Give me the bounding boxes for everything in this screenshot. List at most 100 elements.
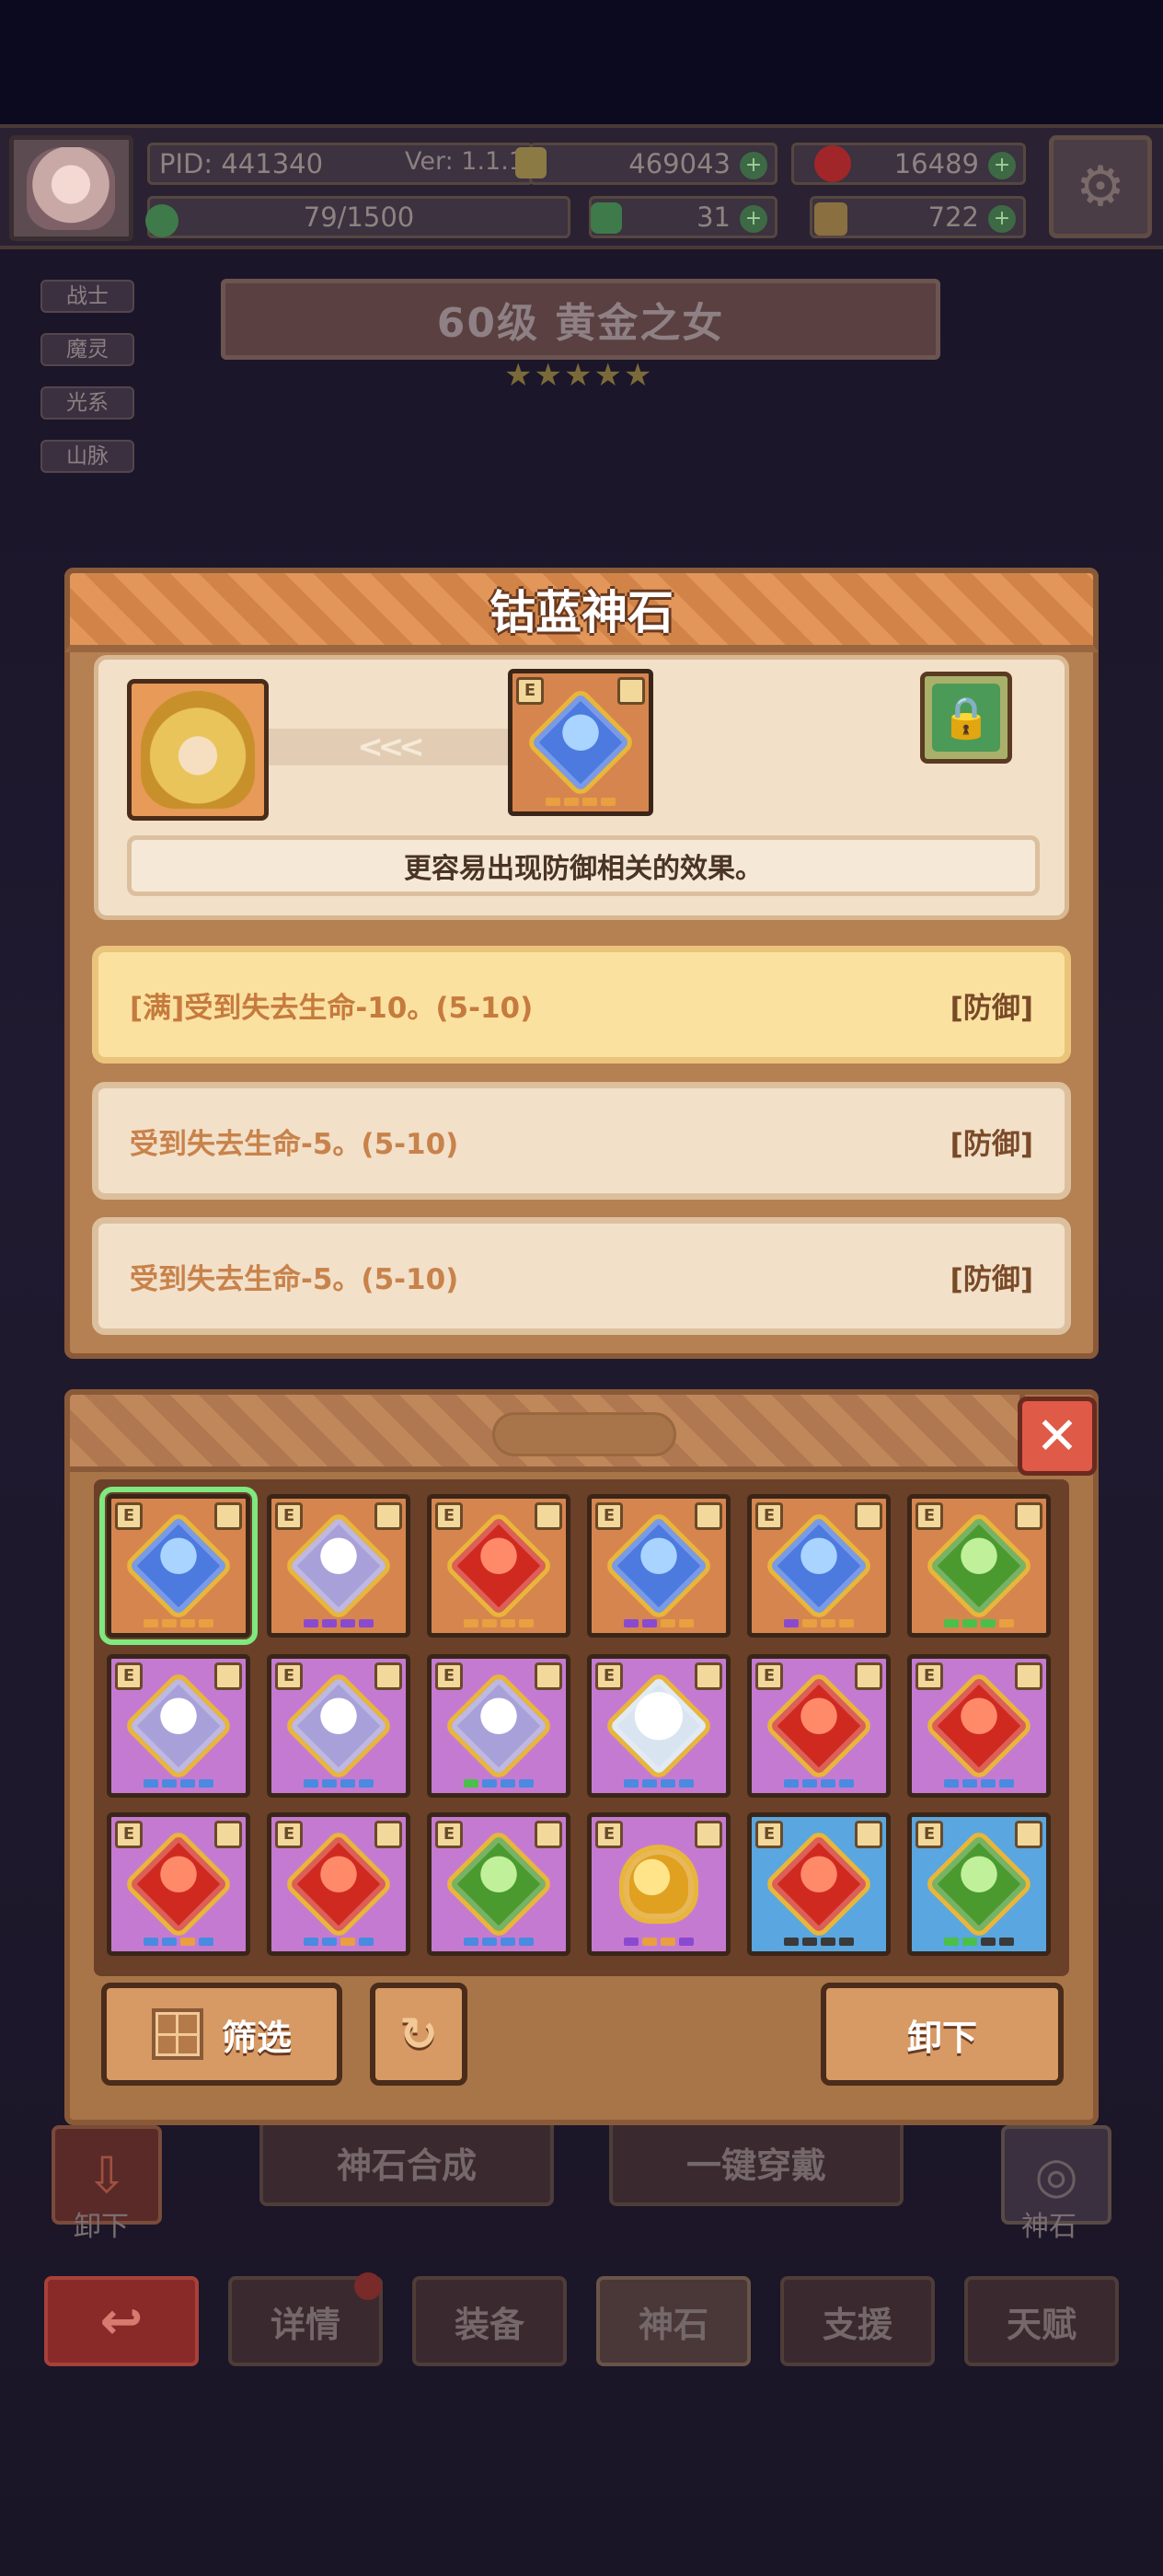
godstone-slot[interactable]: E [427,1812,570,1956]
quality-dots [464,1779,534,1788]
attribute-text: 受到失去生命-5。(5-10) [130,1127,459,1161]
godstone-slot[interactable]: E [267,1654,410,1798]
lock-badge-icon [1015,1502,1042,1530]
lock-badge-icon [374,1662,402,1690]
hero-tag-race: 魔灵 [40,333,134,366]
godstone-side-label: 神石 [1021,2211,1077,2243]
godstone-slot[interactable]: E [107,1654,250,1798]
godstone-slot[interactable]: E [907,1812,1051,1956]
attribute-row: 受到失去生命-5。(5-10) [防御] [92,1217,1071,1335]
notification-dot [354,2272,382,2300]
dialog-title: 钴蓝神石 [489,586,674,639]
godstone-slot[interactable]: E [427,1494,570,1638]
godstone-slot[interactable]: E [747,1812,891,1956]
godstone-slot[interactable]: E [747,1654,891,1798]
equip-all-button[interactable]: 一键穿戴 [609,2118,904,2206]
quality-dots [304,1619,374,1627]
lock-badge-icon [617,677,645,705]
bag-value: 722 [927,201,979,233]
close-icon[interactable]: ✕ [1018,1397,1097,1476]
game-screen: PID: 441340 Ver: 1.1.1.3 469043 + 16489 + … [0,0,1163,2576]
tab-equipment[interactable]: 装备 [412,2276,567,2366]
refresh-icon[interactable]: ↻ [370,1983,467,2086]
equipped-badge-icon: E [115,1662,143,1690]
tab-godstone[interactable]: 神石 [596,2276,751,2366]
equipped-badge-icon: E [115,1821,143,1848]
lock-button[interactable]: 🔒 [920,672,1012,764]
lock-badge-icon [535,1821,562,1848]
lock-badge-icon [535,1662,562,1690]
inventory-header-pill [492,1412,676,1456]
gem-value: 16489 [893,148,979,179]
lock-badge-icon [374,1502,402,1530]
quality-dots [464,1619,534,1627]
lock-badge-icon [374,1821,402,1848]
attribute-tag: [防御] [950,991,1033,1025]
tab-support[interactable]: 支援 [780,2276,935,2366]
lock-badge-icon [695,1821,722,1848]
quality-dots [784,1938,854,1946]
player-id-text: PID: 441340 [159,148,324,179]
lock-badge-icon [695,1662,722,1690]
equipped-badge-icon: E [915,1821,943,1848]
attribute-text: 受到失去生命-5。(5-10) [130,1262,459,1296]
inventory-grid: E E E E E E E E E E E E E E E E E E [94,1479,1069,1976]
attribute-tag: [防御] [950,1262,1033,1296]
equipped-badge-icon: E [915,1502,943,1530]
equipped-badge-icon: E [275,1662,303,1690]
godstone-slot[interactable]: E [99,1487,258,1645]
equipped-badge-icon: E [595,1502,623,1530]
attribute-tag: [防御] [950,1127,1033,1161]
quality-dots [944,1938,1014,1946]
attribute-row: 受到失去生命-5。(5-10) [防御] [92,1082,1071,1200]
quality-dots [624,1779,694,1788]
lock-badge-icon [855,1662,882,1690]
tab-talent[interactable]: 天赋 [964,2276,1119,2366]
settings-gear-icon[interactable]: ⚙ [1049,135,1152,238]
synth-button[interactable]: 神石合成 [259,2118,554,2206]
quality-dots [624,1938,694,1946]
attribute-row: [满]受到失去生命-10。(5-10) [防御] [92,946,1071,1064]
quality-dots [304,1938,374,1946]
equipped-badge-icon: E [755,1662,783,1690]
quality-dots [944,1619,1014,1627]
player-avatar[interactable] [9,135,133,241]
godstone-slot[interactable]: E [907,1494,1051,1638]
unload-button[interactable]: 卸下 [821,1983,1064,2086]
add-clover-icon[interactable]: + [740,205,767,233]
lock-badge-icon [214,1821,242,1848]
back-button-icon[interactable]: ↩ [44,2276,199,2366]
godstone-slot[interactable]: E [587,1812,731,1956]
equipped-badge-icon: E [115,1502,143,1530]
godstone-slot[interactable]: E [907,1654,1051,1798]
add-bag-icon[interactable]: + [988,205,1016,233]
heart-gem-icon [619,1845,698,1924]
add-coin-icon[interactable]: + [740,152,767,179]
godstone-slot[interactable]: E [267,1494,410,1638]
hero-tag-terrain: 山脉 [40,440,134,473]
lock-badge-icon [535,1502,562,1530]
coin-icon [515,147,547,178]
equipped-badge-icon: E [275,1821,303,1848]
quality-dots [464,1938,534,1946]
godstone-slot[interactable]: E [587,1494,731,1638]
ruby-icon [814,145,851,182]
godstone-slot[interactable]: E [747,1494,891,1638]
quality-dots [944,1779,1014,1788]
godstone-slot[interactable]: E [107,1812,250,1956]
selected-godstone: E [508,669,653,816]
godstone-slot[interactable]: E [587,1654,731,1798]
equip-arrow-icon: <<< [269,729,508,765]
godstone-slot[interactable]: E [267,1812,410,1956]
equipped-badge-icon: E [755,1502,783,1530]
lock-badge-icon [855,1502,882,1530]
hero-portrait[interactable] [127,679,269,821]
filter-button[interactable]: 筛选 [101,1983,342,2086]
add-gem-icon[interactable]: + [988,152,1016,179]
lock-badge-icon [214,1662,242,1690]
quality-dots [144,1779,213,1788]
godstone-slot[interactable]: E [427,1654,570,1798]
equipped-badge-icon: E [595,1821,623,1848]
quality-dots [144,1619,213,1627]
lock-badge-icon [1015,1662,1042,1690]
